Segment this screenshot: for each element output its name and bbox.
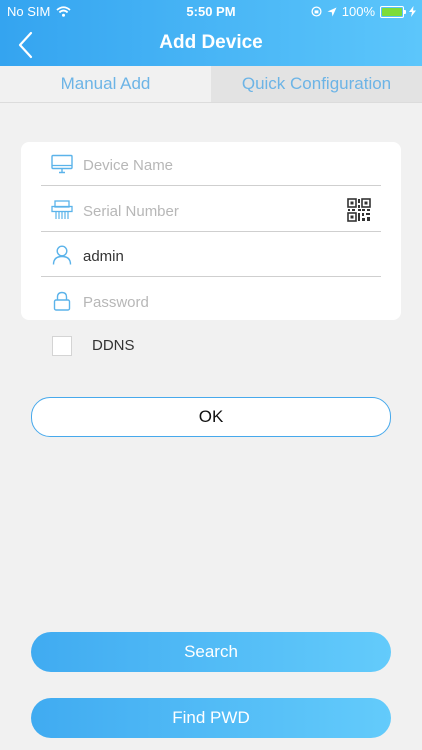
ddns-label: DDNS bbox=[92, 337, 135, 354]
battery-icon bbox=[380, 5, 406, 18]
ok-button[interactable]: OK bbox=[31, 397, 391, 437]
search-button[interactable]: Search bbox=[31, 632, 391, 672]
charging-bolt-icon bbox=[409, 6, 416, 17]
location-arrow-icon bbox=[327, 7, 337, 16]
rotation-lock-icon bbox=[311, 6, 322, 17]
battery-percent: 100% bbox=[341, 4, 375, 19]
tab-bar: Manual Add Quick Configuration bbox=[0, 66, 422, 103]
password-row bbox=[41, 279, 381, 323]
ddns-checkbox[interactable] bbox=[52, 336, 72, 356]
status-bar: No SIM 5:50 PM 100% bbox=[0, 0, 422, 22]
qr-code-icon[interactable] bbox=[347, 198, 371, 222]
divider bbox=[41, 185, 381, 186]
password-input[interactable] bbox=[81, 289, 345, 315]
app-header: No SIM 5:50 PM 100% Add Device bbox=[0, 0, 422, 66]
serial-number-row bbox=[41, 188, 381, 232]
serial-number-input[interactable] bbox=[81, 198, 345, 224]
user-icon bbox=[52, 245, 72, 265]
page-title: Add Device bbox=[159, 32, 263, 53]
tab-manual-add[interactable]: Manual Add bbox=[0, 66, 211, 102]
tab-quick-configuration[interactable]: Quick Configuration bbox=[211, 66, 422, 102]
username-row bbox=[41, 233, 381, 277]
divider bbox=[41, 231, 381, 232]
lock-icon bbox=[53, 291, 71, 311]
device-name-input[interactable] bbox=[81, 152, 345, 178]
shredder-icon bbox=[51, 200, 73, 219]
divider bbox=[41, 276, 381, 277]
monitor-icon bbox=[51, 154, 73, 174]
username-input[interactable] bbox=[81, 243, 345, 269]
find-pwd-button[interactable]: Find PWD bbox=[31, 698, 391, 738]
device-name-row bbox=[41, 142, 381, 186]
device-form-card bbox=[21, 142, 401, 320]
